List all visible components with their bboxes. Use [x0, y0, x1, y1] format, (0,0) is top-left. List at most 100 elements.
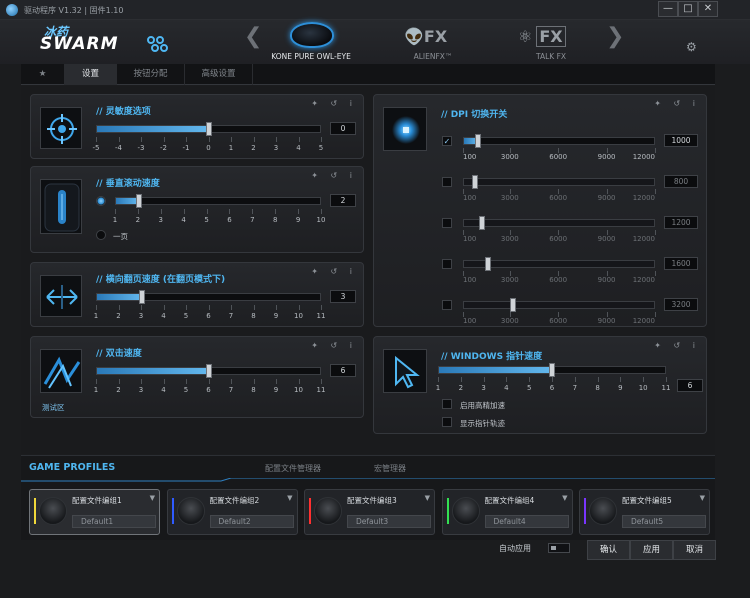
dpi-row-checkbox[interactable]: [442, 300, 452, 310]
auto-apply-toggle[interactable]: [548, 543, 570, 553]
device-selector: ❮ KONE PURE OWL-EYE 👽FX ALIENFX™ ⚛ FX TAL…: [238, 20, 626, 64]
scroll-speed-slider[interactable]: [115, 194, 321, 208]
apply-button[interactable]: 应用: [630, 540, 673, 560]
dpi-thumb[interactable]: [475, 134, 482, 148]
tab-advanced[interactable]: 高级设置: [185, 64, 253, 85]
dpi-slider[interactable]: [463, 175, 655, 189]
dpi-value[interactable]: 800: [664, 175, 698, 188]
slider-tick: [183, 209, 185, 214]
tab-settings[interactable]: 设置: [65, 64, 117, 85]
tab-pin[interactable]: ★: [21, 64, 65, 85]
profile-slot-3[interactable]: 配置文件编组3 ▼ Default3: [304, 489, 435, 535]
dpi-row-checkbox[interactable]: [442, 177, 452, 187]
slider-tick-label: 9: [295, 216, 301, 224]
tab-profile-manager[interactable]: 配置文件管理器: [265, 463, 321, 474]
sensitivity-slider[interactable]: [96, 122, 321, 136]
panel-actions-icon[interactable]: ✦ ↺ i: [311, 267, 357, 276]
dpi-value[interactable]: 3200: [664, 298, 698, 311]
scroll-page-radio[interactable]: [96, 230, 106, 240]
slider-tick: [186, 379, 187, 384]
profile-default-field[interactable]: Default5: [622, 515, 706, 528]
tab-button-assignment[interactable]: 按钮分配: [117, 64, 185, 85]
profile-default-field[interactable]: Default1: [72, 515, 156, 528]
slider-tick-label: 10: [294, 312, 303, 320]
sensitivity-value[interactable]: 0: [330, 122, 356, 135]
enhance-precision-checkbox[interactable]: [442, 399, 452, 409]
profile-default-field[interactable]: Default2: [209, 515, 294, 528]
dpi-slider[interactable]: [463, 257, 655, 271]
chevron-down-icon[interactable]: ▼: [700, 494, 705, 502]
slider-tick-label: 0: [206, 144, 211, 152]
double-click-value[interactable]: 6: [330, 364, 356, 377]
dpi-thumb[interactable]: [472, 175, 479, 189]
dpi-slider[interactable]: [463, 298, 655, 312]
profile-slot-5[interactable]: 配置文件编组5 ▼ Default5: [579, 489, 710, 535]
panel-actions-icon[interactable]: ✦ ↺ i: [311, 171, 357, 180]
dpi-value[interactable]: 1000: [664, 134, 698, 147]
minimize-button[interactable]: —: [658, 1, 678, 17]
slider-tick-label: 4: [181, 216, 186, 224]
pointer-speed-thumb[interactable]: [549, 363, 555, 377]
dpi-row: ✓ 100 3000 6000 9000 12000 1000: [374, 128, 714, 168]
slider-tick: [321, 305, 322, 310]
maximize-button[interactable]: □: [678, 1, 698, 17]
profile-slot-1[interactable]: 配置文件编组1 ▼ Default1: [29, 489, 160, 535]
panel-actions-icon[interactable]: ✦ ↺ i: [654, 99, 700, 108]
profile-default-field[interactable]: Default3: [347, 515, 431, 528]
scroll-speed-thumb[interactable]: [135, 194, 142, 208]
pointer-speed-value[interactable]: 6: [677, 379, 703, 392]
profile-default-field[interactable]: Default4: [484, 515, 569, 528]
settings-gear-icon[interactable]: ⚙: [686, 40, 697, 54]
profile-slot-4[interactable]: 配置文件编组4 ▼ Default4: [441, 489, 573, 535]
dpi-value[interactable]: 1200: [664, 216, 698, 229]
double-click-test-label[interactable]: 测试区: [42, 402, 65, 413]
pointer-speed-slider[interactable]: [438, 363, 666, 377]
slider-tick-label: 2: [135, 216, 141, 224]
panel-actions-icon[interactable]: ✦ ↺ i: [311, 99, 357, 108]
dpi-row-checkbox[interactable]: ✓: [442, 136, 452, 146]
dpi-slider[interactable]: [463, 216, 655, 230]
tilt-speed-slider[interactable]: [96, 290, 321, 304]
panel-actions-icon[interactable]: ✦ ↺ i: [311, 341, 357, 350]
slider-tick: [483, 377, 485, 382]
slider-tick-label: -5: [92, 144, 100, 152]
device-kone-pure[interactable]: KONE PURE OWL-EYE: [256, 20, 366, 64]
double-click-test-icon[interactable]: [40, 349, 82, 393]
scroll-speed-value[interactable]: 2: [330, 194, 356, 207]
scroll-lines-radio[interactable]: [96, 196, 106, 206]
slider-tick: [666, 377, 667, 382]
tab-macro-manager[interactable]: 宏管理器: [374, 463, 406, 474]
double-click-thumb[interactable]: [205, 364, 212, 378]
dpi-value[interactable]: 1600: [664, 257, 698, 270]
profile-name: 配置文件编组2: [209, 496, 260, 505]
profile-color-bar: [584, 498, 586, 524]
device-label: KONE PURE OWL-EYE: [271, 52, 351, 61]
profile-slot-2[interactable]: 配置文件编组2 ▼ Default2: [166, 489, 298, 535]
dpi-thumb[interactable]: [478, 216, 485, 230]
chevron-down-icon[interactable]: ▼: [287, 494, 292, 502]
dpi-row-checkbox[interactable]: [442, 218, 452, 228]
tilt-speed-thumb[interactable]: [138, 290, 145, 304]
double-click-slider[interactable]: [96, 364, 321, 378]
chevron-down-icon[interactable]: ▼: [150, 494, 155, 502]
dpi-thumb[interactable]: [484, 257, 491, 271]
sensitivity-thumb[interactable]: [205, 122, 212, 136]
dpi-tick-label: 100: [463, 194, 477, 202]
slider-tick-label: 9: [273, 312, 279, 320]
dpi-row-checkbox[interactable]: [442, 259, 452, 269]
dpi-slider[interactable]: [463, 134, 655, 148]
ok-button[interactable]: 确认: [587, 540, 630, 560]
slider-tick-label: 1: [93, 312, 99, 320]
tilt-speed-value[interactable]: 3: [330, 290, 356, 303]
close-button[interactable]: ✕: [698, 1, 718, 17]
chevron-down-icon[interactable]: ▼: [562, 494, 567, 502]
dpi-thumb[interactable]: [510, 298, 517, 312]
chevron-down-icon[interactable]: ▼: [425, 494, 430, 502]
pointer-trails-checkbox[interactable]: [442, 417, 452, 427]
panel-actions-icon[interactable]: ✦ ↺ i: [654, 341, 700, 350]
slider-tick: [253, 137, 255, 142]
cancel-button[interactable]: 取消: [673, 540, 716, 560]
next-device-arrow-icon[interactable]: ❯: [606, 24, 624, 49]
device-talkfx[interactable]: ⚛ FX TALK FX: [496, 20, 606, 64]
device-alienfx[interactable]: 👽FX ALIENFX™: [378, 20, 488, 64]
